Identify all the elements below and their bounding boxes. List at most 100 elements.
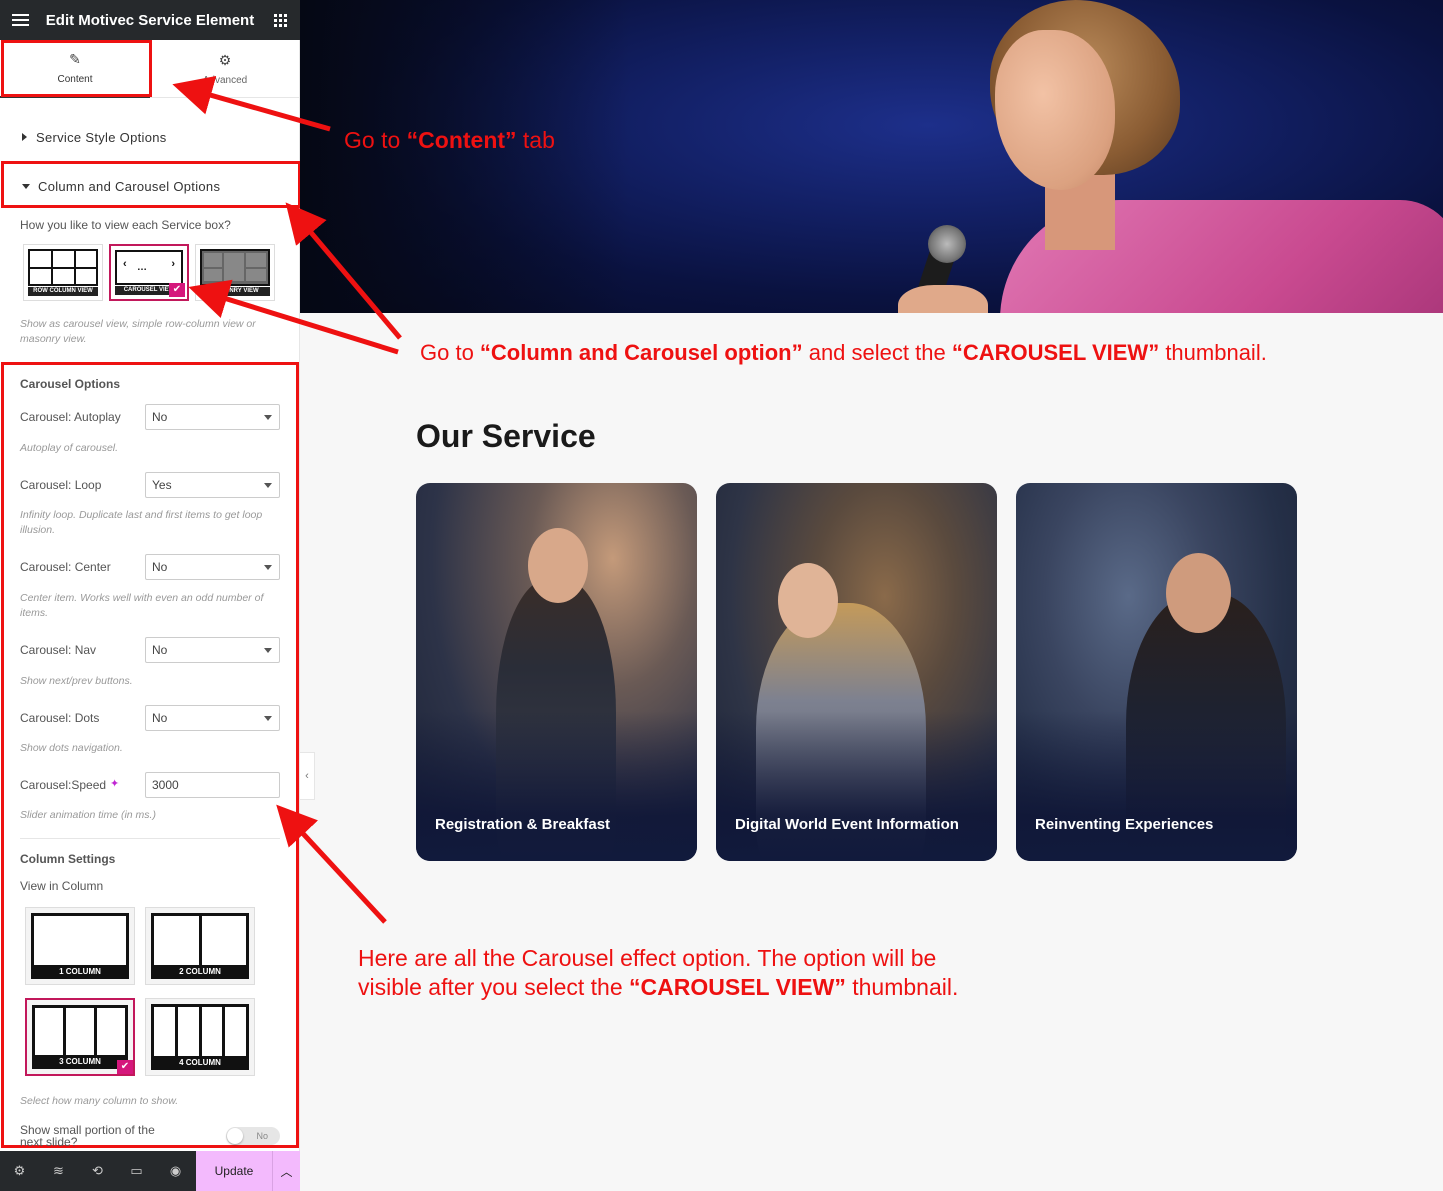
row-column-view-thumbnail[interactable]: ROW COLUMN VIEW (23, 244, 103, 301)
autoplay-value: No (152, 410, 168, 424)
card-overlay (416, 711, 697, 861)
autoplay-help: Autoplay of carousel. (20, 442, 119, 454)
annotation-text: Go to (344, 127, 407, 153)
column-3-cells (35, 1008, 125, 1055)
column-4-graphic: 4 COLUMN (151, 1004, 249, 1070)
divider (20, 838, 280, 839)
annotation-bold: “CAROUSEL VIEW” (951, 340, 1160, 365)
preview-icon[interactable]: ◉ (156, 1151, 195, 1191)
chevron-up-icon[interactable]: ︿ (272, 1151, 300, 1191)
section-column-carousel[interactable]: Column and Carousel Options (0, 163, 300, 209)
section-service-style[interactable]: Service Style Options (0, 114, 300, 160)
settings-icon[interactable]: ⚙ (0, 1151, 39, 1191)
tab-content[interactable]: ✎ Content (0, 40, 150, 98)
column-1-graphic: 1 COLUMN (31, 913, 129, 979)
section-title: Our Service (416, 418, 596, 454)
responsive-icon[interactable]: ▭ (117, 1151, 156, 1191)
column-1-thumbnail[interactable]: 1 COLUMN (25, 907, 135, 985)
tab-advanced-label: Advanced (202, 75, 248, 86)
center-value: No (152, 560, 168, 574)
carousel-view-thumbnail[interactable]: ‹ › … CAROUSEL VIEW ✔ (109, 244, 189, 301)
section-column-carousel-label: Column and Carousel Options (38, 178, 221, 194)
panel-header: Edit Motivec Service Element (0, 0, 300, 40)
card-face (778, 563, 838, 638)
dots-value: No (152, 711, 168, 725)
masonry-view-thumbnail[interactable]: MASONRY VIEW (195, 244, 275, 301)
history-icon[interactable]: ⟲ (78, 1151, 117, 1191)
nav-select[interactable]: No (145, 637, 280, 663)
service-card[interactable]: Reinventing Experiences (1016, 483, 1297, 861)
collapse-panel-handle[interactable]: ‹ (300, 752, 315, 800)
caret-down-icon (22, 183, 30, 189)
section-service-style-label: Service Style Options (36, 129, 167, 145)
masonry-graphic (200, 249, 270, 286)
dots-select[interactable]: No (145, 705, 280, 731)
carousel-options-heading: Carousel Options (20, 377, 121, 391)
column-1-label: 1 COLUMN (59, 967, 101, 976)
widgets-grid-icon[interactable] (260, 0, 300, 40)
nav-help: Show next/prev buttons. (20, 675, 133, 687)
hero-face (995, 30, 1115, 190)
card-title: Digital World Event Information (735, 816, 959, 833)
annotation-text: tab (516, 127, 555, 153)
view-help-text: Show as carousel view, simple row-column… (20, 318, 256, 345)
annotation-text: thumbnail. (845, 974, 959, 1000)
layers-icon[interactable]: ≋ (39, 1151, 78, 1191)
nav-label: Carousel: Nav (20, 643, 97, 657)
small-portion-toggle[interactable]: No (226, 1127, 280, 1145)
annotation-content-tab: Go to “Content” tab (344, 126, 555, 155)
chevron-down-icon (264, 716, 272, 721)
chevron-down-icon (264, 415, 272, 420)
hero-microphone-head (928, 225, 966, 263)
annotation-bold: “Content” (406, 127, 517, 153)
loop-select[interactable]: Yes (145, 472, 280, 498)
editor-panel: Edit Motivec Service Element ✎ Content ⚙… (0, 0, 301, 1191)
chevron-down-icon (264, 483, 272, 488)
update-button[interactable]: Update (196, 1151, 272, 1191)
small-portion-label: Show small portion of the next slide? (20, 1123, 155, 1149)
card-face (1166, 553, 1231, 633)
tab-advanced[interactable]: ⚙ Advanced (150, 40, 300, 98)
annotation-bold: “CAROUSEL VIEW” (629, 974, 846, 1000)
caret-right-icon (22, 133, 27, 141)
service-card[interactable]: Registration & Breakfast (416, 483, 697, 861)
column-settings-heading: Column Settings (20, 852, 116, 866)
tab-content-label: Content (57, 74, 93, 85)
autoplay-select[interactable]: No (145, 404, 280, 430)
annotation-text: visible after you select the (358, 974, 630, 1000)
column-4-thumbnail[interactable]: 4 COLUMN (145, 998, 255, 1076)
hero-hand (898, 285, 988, 313)
selected-check-icon: ✔ (169, 283, 185, 297)
view-question: How you like to view each Service box? (20, 218, 231, 232)
card-title: Registration & Breakfast (435, 816, 611, 833)
hamburger-menu-icon[interactable] (0, 0, 40, 40)
loop-help: Infinity loop. Duplicate last and first … (20, 509, 263, 536)
dots-label: Carousel: Dots (20, 711, 100, 725)
masonry-view-label: MASONRY VIEW (200, 287, 270, 296)
column-4-cells (154, 1007, 246, 1056)
speed-help: Slider animation time (in ms.) (20, 809, 156, 821)
center-select[interactable]: No (145, 554, 280, 580)
annotation-text: and select the (802, 340, 952, 365)
column-3-graphic: 3 COLUMN (32, 1005, 128, 1069)
toggle-text: No (256, 1131, 268, 1141)
annotation-text: Here are all the Carousel effect option.… (358, 945, 937, 971)
chevron-down-icon (264, 648, 272, 653)
ai-sparkle-icon[interactable]: ✦ (110, 777, 119, 790)
pencil-icon: ✎ (69, 51, 81, 67)
column-3-thumbnail[interactable]: 3 COLUMN ✔ (25, 998, 135, 1076)
annotation-carousel-view: Go to “Column and Carousel option” and s… (420, 338, 1267, 367)
column-2-thumbnail[interactable]: 2 COLUMN (145, 907, 255, 985)
toggle-knob (227, 1128, 243, 1144)
column-2-cells (154, 916, 246, 965)
row-column-graphic (28, 249, 98, 286)
nav-value: No (152, 643, 168, 657)
speed-input[interactable]: 3000 (145, 772, 280, 798)
loop-value: Yes (152, 478, 172, 492)
panel-tabs: ✎ Content ⚙ Advanced (0, 40, 300, 98)
service-card[interactable]: Digital World Event Information (716, 483, 997, 861)
panel-title: Edit Motivec Service Element (45, 11, 255, 29)
column-1-cells (34, 916, 126, 965)
annotation-line-2: visible after you select the “CAROUSEL V… (358, 973, 958, 1002)
annotation-text: thumbnail. (1159, 340, 1267, 365)
